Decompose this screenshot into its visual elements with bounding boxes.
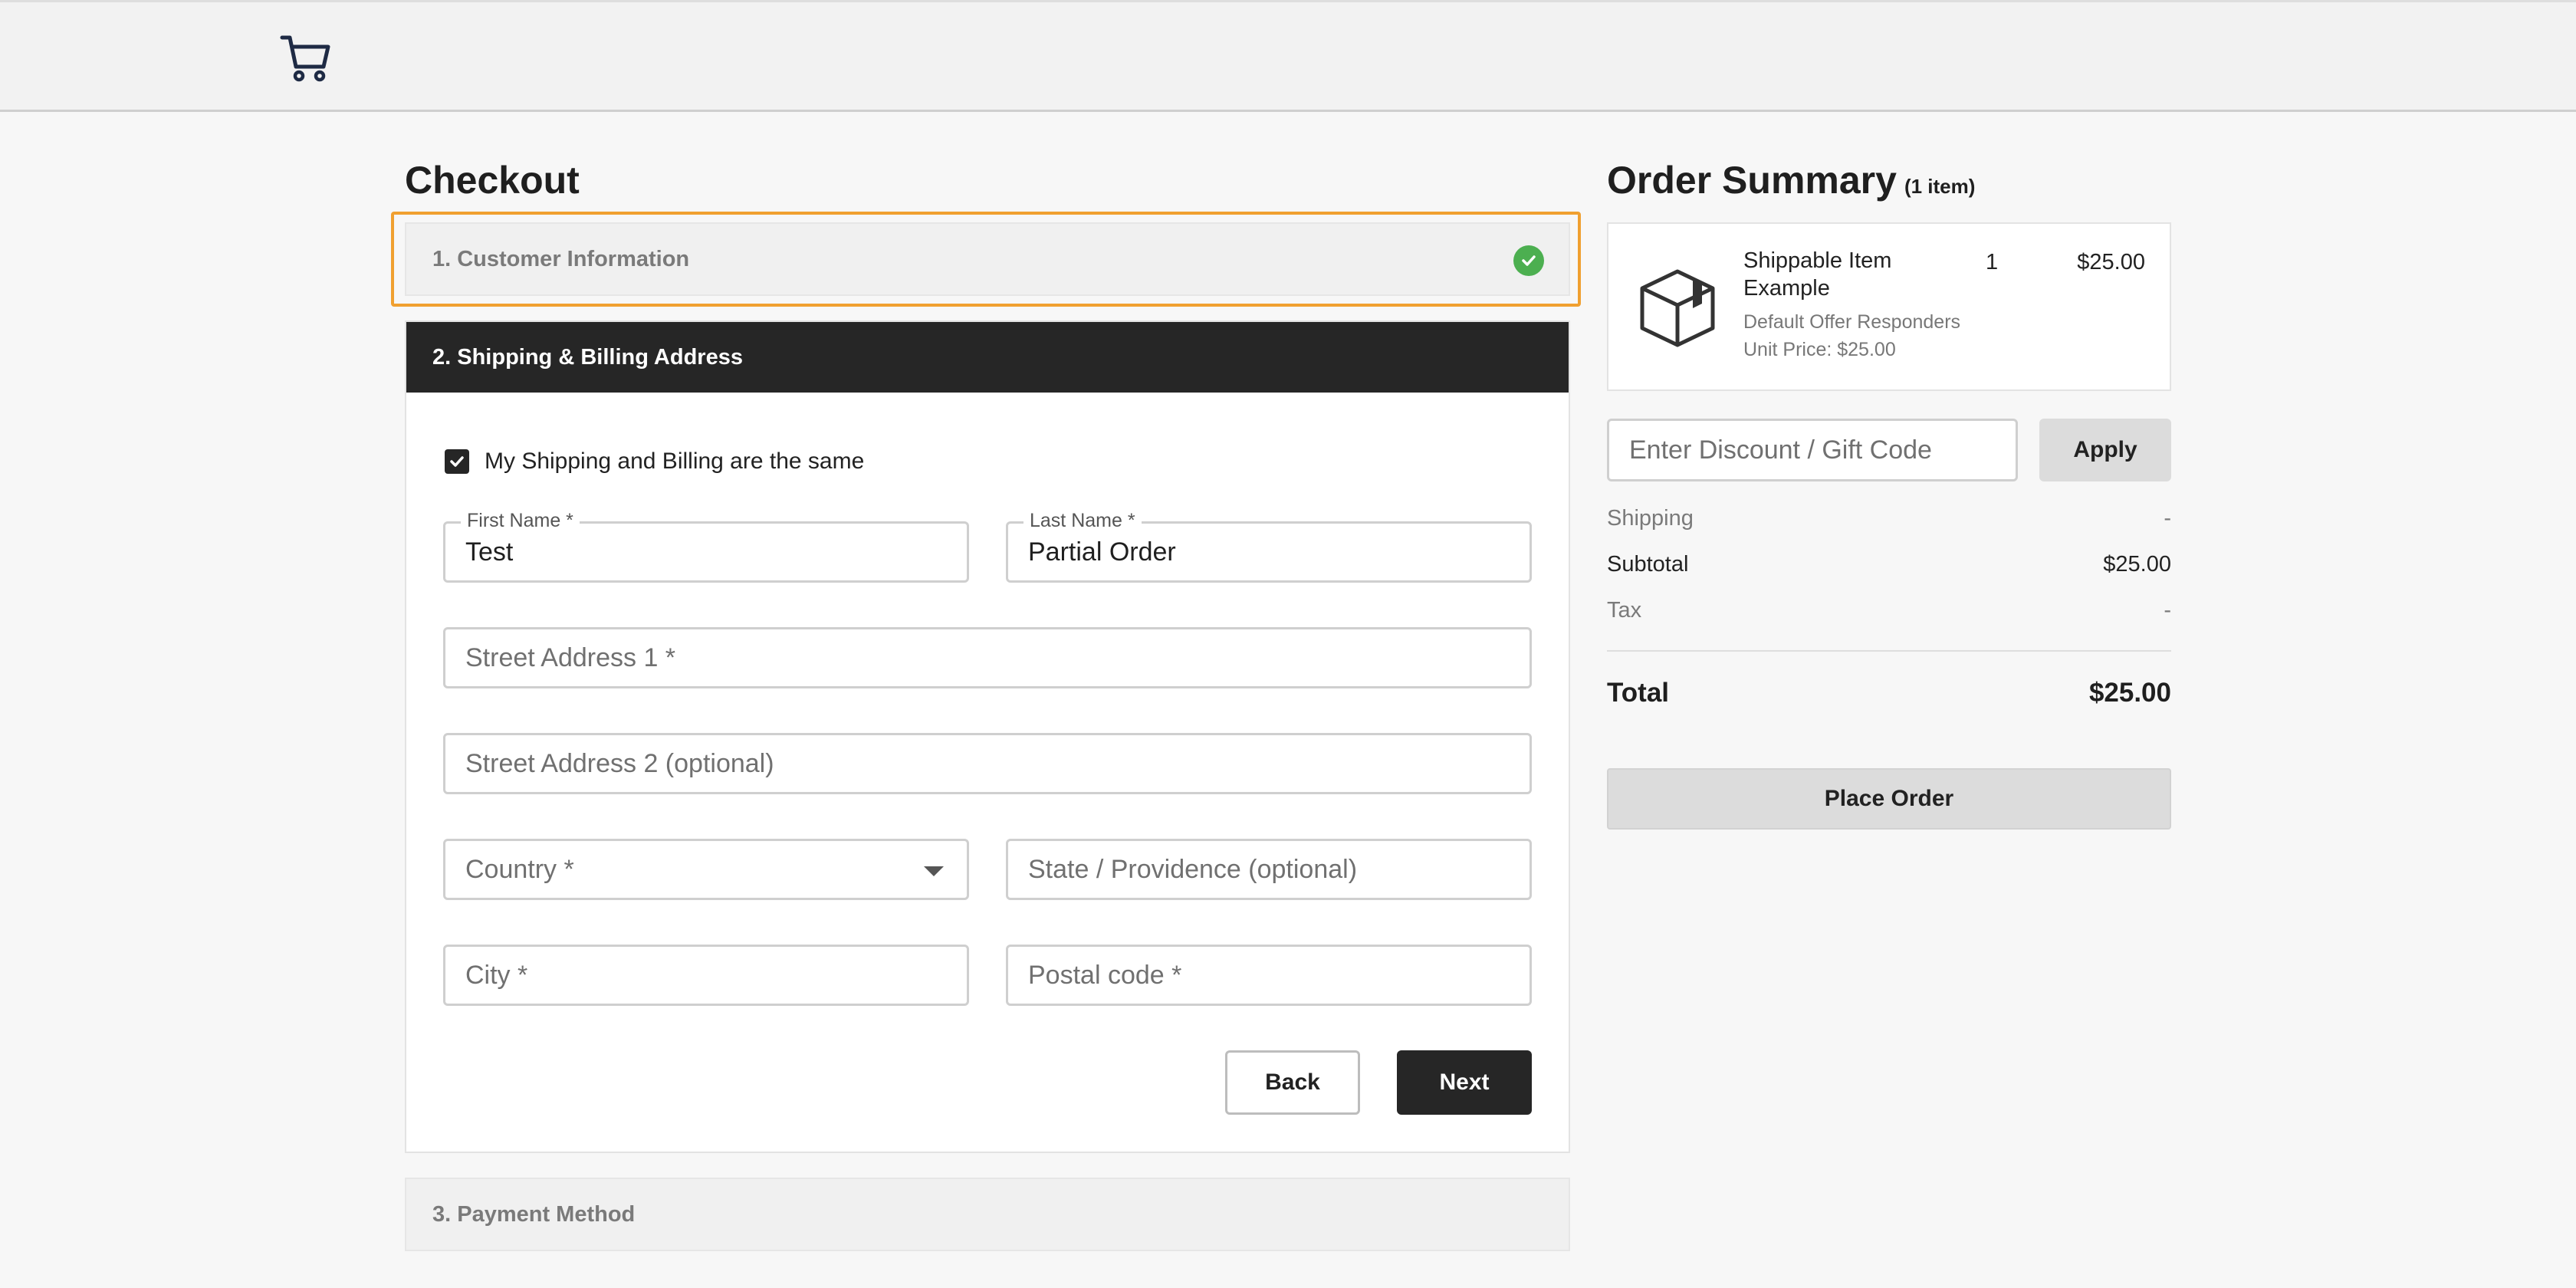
state-placeholder: State / Providence (optional) xyxy=(1028,854,1358,884)
order-summary-heading: Order Summary xyxy=(1607,159,1897,202)
postal-code-placeholder: Postal code * xyxy=(1028,960,1182,990)
step-customer-information[interactable]: 1. Customer Information xyxy=(405,222,1570,296)
shipping-billing-panel: 2. Shipping & Billing Address My Shippin… xyxy=(405,320,1570,1153)
country-select[interactable]: Country * xyxy=(443,839,969,900)
step-label: 1. Customer Information xyxy=(432,246,690,271)
step-shipping-billing-header[interactable]: 2. Shipping & Billing Address xyxy=(406,322,1569,393)
same-address-row[interactable]: My Shipping and Billing are the same xyxy=(445,449,864,475)
item-count: (1 item) xyxy=(1904,175,1976,198)
subtotal-row: Subtotal $25.00 xyxy=(1607,552,2171,577)
first-name-label: First Name * xyxy=(461,510,580,532)
subtotal-value: $25.00 xyxy=(2103,552,2171,577)
total-row: Total $25.00 xyxy=(1607,678,2171,708)
city-field[interactable]: City * xyxy=(443,945,969,1006)
city-placeholder: City * xyxy=(465,960,528,990)
item-unit-price: Unit Price: $25.00 xyxy=(1743,339,1896,360)
last-name-label: Last Name * xyxy=(1024,510,1142,532)
box-icon xyxy=(1640,269,1715,347)
street-address-2-field[interactable]: Street Address 2 (optional) xyxy=(443,733,1532,794)
step-label: 2. Shipping & Billing Address xyxy=(432,344,743,370)
back-button[interactable]: Back xyxy=(1225,1050,1360,1115)
street-address-1-field[interactable]: Street Address 1 * xyxy=(443,627,1532,688)
step-label: 3. Payment Method xyxy=(432,1201,636,1227)
first-name-value: Test xyxy=(465,537,514,567)
country-placeholder: Country * xyxy=(465,854,574,884)
last-name-field[interactable]: Last Name * Partial Order xyxy=(1006,510,1532,583)
top-bar xyxy=(0,0,2576,112)
shipping-row: Shipping - xyxy=(1607,506,2171,531)
street-address-1-placeholder: Street Address 1 * xyxy=(465,642,676,672)
cart-icon[interactable] xyxy=(279,31,333,85)
item-price: $25.00 xyxy=(2077,250,2145,274)
item-quantity: 1 xyxy=(1986,250,1999,274)
total-value: $25.00 xyxy=(2088,678,2171,708)
subtotal-label: Subtotal xyxy=(1607,552,1689,577)
page-title: Checkout xyxy=(405,159,580,202)
check-circle-icon xyxy=(1513,245,1544,276)
first-name-field[interactable]: First Name * Test xyxy=(443,510,969,583)
chevron-down-icon xyxy=(924,866,944,876)
same-address-checkbox[interactable] xyxy=(445,449,469,474)
tax-value: - xyxy=(2164,598,2171,623)
item-name: Shippable Item Example xyxy=(1743,248,1892,301)
place-order-button[interactable]: Place Order xyxy=(1607,768,2171,830)
shipping-label: Shipping xyxy=(1607,506,1694,531)
shipping-value: - xyxy=(2164,506,2171,531)
tax-label: Tax xyxy=(1607,598,1642,623)
discount-code-placeholder: Enter Discount / Gift Code xyxy=(1629,435,1932,465)
discount-code-input[interactable]: Enter Discount / Gift Code xyxy=(1607,419,2018,481)
next-button[interactable]: Next xyxy=(1397,1050,1532,1115)
last-name-value: Partial Order xyxy=(1028,537,1176,567)
order-item-card: Shippable Item Example 1 $25.00 Default … xyxy=(1607,222,2171,391)
total-label: Total xyxy=(1607,678,1670,708)
step-payment-method[interactable]: 3. Payment Method xyxy=(405,1178,1570,1251)
street-address-2-placeholder: Street Address 2 (optional) xyxy=(465,748,774,778)
item-offer: Default Offer Responders xyxy=(1743,311,1961,333)
summary-divider xyxy=(1607,650,2171,652)
state-field[interactable]: State / Providence (optional) xyxy=(1006,839,1532,900)
same-address-label: My Shipping and Billing are the same xyxy=(485,449,865,474)
postal-code-field[interactable]: Postal code * xyxy=(1006,945,1532,1006)
tax-row: Tax - xyxy=(1607,598,2171,623)
apply-button[interactable]: Apply xyxy=(2039,419,2171,481)
order-summary-title: Order Summary (1 item) xyxy=(1607,158,1975,202)
